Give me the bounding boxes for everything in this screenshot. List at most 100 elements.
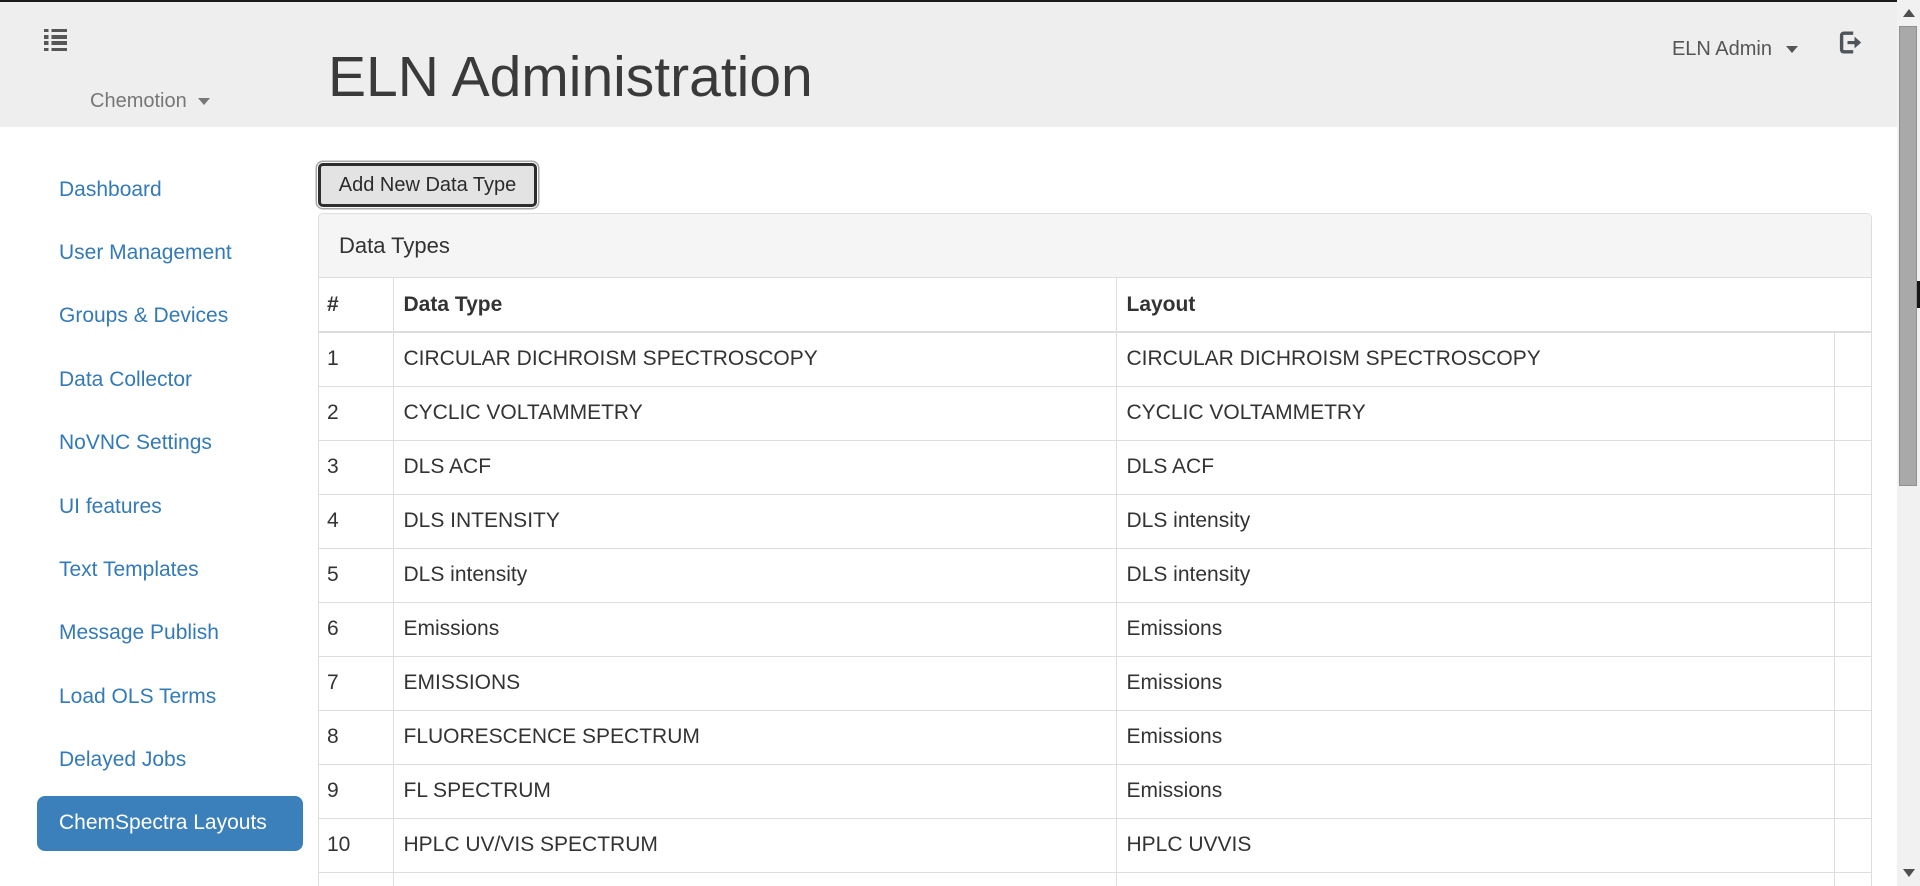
add-new-data-type-button[interactable]: Add New Data Type: [318, 163, 537, 207]
cell-layout: DLS intensity: [1116, 548, 1834, 602]
table-row: 2CYCLIC VOLTAMMETRYCYCLIC VOLTAMMETRY: [319, 386, 1871, 440]
cell-data-type: DLS intensity: [393, 548, 1116, 602]
brand-label: Chemotion: [90, 89, 187, 113]
cell-data-type: CIRCULAR DICHROISM SPECTROSCOPY: [393, 332, 1116, 386]
table-body: 1CIRCULAR DICHROISM SPECTROSCOPYCIRCULAR…: [319, 332, 1871, 886]
sidebar-item-ui-features[interactable]: UI features: [37, 475, 303, 538]
cell-actions: [1834, 656, 1871, 710]
cell-empty: [393, 872, 1116, 886]
scrollbar-thumb[interactable]: [1899, 26, 1917, 486]
sidebar-item-label: Data Collector: [59, 368, 192, 392]
cell-layout: CIRCULAR DICHROISM SPECTROSCOPY: [1116, 332, 1834, 386]
sidebar-item-message-publish[interactable]: Message Publish: [37, 602, 303, 665]
cell-actions: [1834, 332, 1871, 386]
table-row: 7EMISSIONSEmissions: [319, 656, 1871, 710]
table-row-partial: [319, 872, 1871, 886]
sidebar-item-dashboard[interactable]: Dashboard: [37, 158, 303, 221]
cell-actions: [1834, 818, 1871, 872]
sidebar-item-text-templates[interactable]: Text Templates: [37, 538, 303, 601]
table-row: 6EmissionsEmissions: [319, 602, 1871, 656]
window-top-edge: [0, 0, 1920, 2]
cell-layout: Emissions: [1116, 602, 1834, 656]
cell-data-type: FL SPECTRUM: [393, 764, 1116, 818]
cell-empty: [1116, 872, 1834, 886]
cell-layout: CYCLIC VOLTAMMETRY: [1116, 386, 1834, 440]
sidebar-item-chemspectra-layouts[interactable]: ChemSpectra Layouts: [37, 796, 303, 851]
sidebar-item-label: Dashboard: [59, 178, 162, 202]
cell-num: 5: [319, 548, 393, 602]
cell-num: 4: [319, 494, 393, 548]
table-row: 10HPLC UV/VIS SPECTRUMHPLC UVVIS: [319, 818, 1871, 872]
sidebar-item-groups-devices[interactable]: Groups & Devices: [37, 285, 303, 348]
column-header-layout: Layout: [1116, 278, 1834, 332]
sidebar-item-label: Message Publish: [59, 621, 219, 645]
sidebar-item-label: User Management: [59, 241, 232, 265]
cell-num: 3: [319, 440, 393, 494]
brand-dropdown[interactable]: Chemotion: [90, 89, 210, 113]
cell-data-type: CYCLIC VOLTAMMETRY: [393, 386, 1116, 440]
vertical-scrollbar[interactable]: [1897, 0, 1920, 886]
data-types-panel: Data Types #Data TypeLayout 1CIRCULAR DI…: [318, 213, 1872, 886]
table-row: 4DLS INTENSITYDLS intensity: [319, 494, 1871, 548]
cell-num: 9: [319, 764, 393, 818]
table-row: 8FLUORESCENCE SPECTRUMEmissions: [319, 710, 1871, 764]
eln-admin-page: Chemotion ELN Administration ELN Admin D…: [0, 0, 1920, 886]
cell-data-type: FLUORESCENCE SPECTRUM: [393, 710, 1116, 764]
cell-empty: [1834, 872, 1871, 886]
cell-actions: [1834, 764, 1871, 818]
cell-data-type: HPLC UV/VIS SPECTRUM: [393, 818, 1116, 872]
sidebar-item-label: Text Templates: [59, 558, 199, 582]
cell-layout: Emissions: [1116, 710, 1834, 764]
cell-actions: [1834, 494, 1871, 548]
sidebar-item-label: Groups & Devices: [59, 304, 228, 328]
cell-data-type: DLS INTENSITY: [393, 494, 1116, 548]
user-menu-dropdown[interactable]: ELN Admin: [1672, 35, 1798, 63]
cell-layout: DLS ACF: [1116, 440, 1834, 494]
cell-actions: [1834, 710, 1871, 764]
cell-layout: Emissions: [1116, 656, 1834, 710]
cell-layout: HPLC UVVIS: [1116, 818, 1834, 872]
sidebar-item-novnc-settings[interactable]: NoVNC Settings: [37, 412, 303, 475]
cell-layout: Emissions: [1116, 764, 1834, 818]
cell-num: 2: [319, 386, 393, 440]
data-types-table: #Data TypeLayout 1CIRCULAR DICHROISM SPE…: [319, 278, 1871, 886]
cell-num: 8: [319, 710, 393, 764]
scroll-up-arrow-icon[interactable]: [1897, 0, 1920, 26]
page-title: ELN Administration: [328, 44, 813, 110]
cell-actions: [1834, 602, 1871, 656]
sidebar-item-user-management[interactable]: User Management: [37, 221, 303, 284]
top-navbar: Chemotion ELN Administration ELN Admin: [0, 2, 1920, 127]
cell-data-type: DLS ACF: [393, 440, 1116, 494]
user-menu-label: ELN Admin: [1672, 35, 1772, 63]
cell-data-type: EMISSIONS: [393, 656, 1116, 710]
sidebar-item-load-ols-terms[interactable]: Load OLS Terms: [37, 665, 303, 728]
sidebar-item-delayed-jobs[interactable]: Delayed Jobs: [37, 729, 303, 792]
cell-actions: [1834, 548, 1871, 602]
scroll-down-arrow-icon[interactable]: [1897, 860, 1920, 886]
table-header-row: #Data TypeLayout: [319, 278, 1871, 332]
column-header-data-type: Data Type: [393, 278, 1116, 332]
sign-out-icon[interactable]: [1838, 31, 1863, 54]
table-row: 5DLS intensityDLS intensity: [319, 548, 1871, 602]
sidebar-nav: Dashboard User Management Groups & Devices…: [37, 158, 303, 855]
panel-heading: Data Types: [319, 214, 1871, 278]
list-icon[interactable]: [44, 29, 67, 51]
cell-num: 7: [319, 656, 393, 710]
caret-down-icon: [1786, 46, 1798, 53]
sidebar-item-label: NoVNC Settings: [59, 431, 212, 455]
cell-actions: [1834, 386, 1871, 440]
sidebar-item-data-collector[interactable]: Data Collector: [37, 348, 303, 411]
cell-layout: DLS intensity: [1116, 494, 1834, 548]
table-row: 9FL SPECTRUMEmissions: [319, 764, 1871, 818]
cell-empty: [319, 872, 393, 886]
sidebar-item-label: Delayed Jobs: [59, 748, 186, 772]
cell-data-type: Emissions: [393, 602, 1116, 656]
column-header-actions: [1834, 278, 1871, 332]
table-row: 3DLS ACFDLS ACF: [319, 440, 1871, 494]
cell-actions: [1834, 440, 1871, 494]
sidebar-item-label: UI features: [59, 495, 162, 519]
cell-num: 6: [319, 602, 393, 656]
sidebar-item-label: ChemSpectra Layouts: [59, 811, 267, 835]
panel-title: Data Types: [339, 233, 450, 259]
table-row: 1CIRCULAR DICHROISM SPECTROSCOPYCIRCULAR…: [319, 332, 1871, 386]
